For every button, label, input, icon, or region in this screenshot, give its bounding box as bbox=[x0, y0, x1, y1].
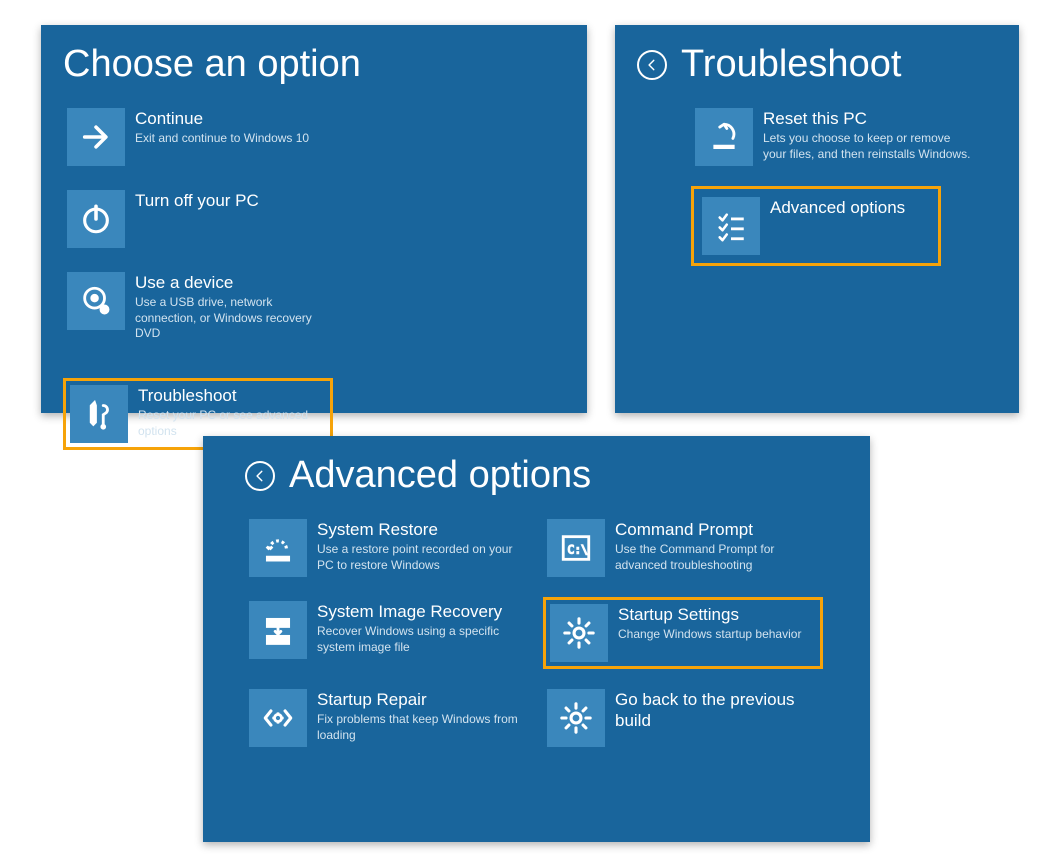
tile-grid: System Restore Use a restore point recor… bbox=[245, 515, 848, 751]
choose-option-panel: Choose an option Continue Exit and conti… bbox=[41, 25, 587, 413]
tile-title: Startup Repair bbox=[317, 689, 521, 710]
troubleshoot-panel: Troubleshoot Reset this PC Lets you choo… bbox=[615, 25, 1019, 413]
tile-text: Go back to the previous build bbox=[615, 689, 819, 734]
panel-title: Advanced options bbox=[245, 454, 848, 497]
tile-text: System Image Recovery Recover Windows us… bbox=[317, 601, 521, 655]
advanced-options-panel: Advanced options System Restore Use a re… bbox=[203, 436, 870, 842]
tile-title: Use a device bbox=[135, 272, 319, 293]
tile-text: Command Prompt Use the Command Prompt fo… bbox=[615, 519, 819, 573]
reset-icon bbox=[695, 108, 753, 166]
tile-text: Troubleshoot Reset your PC or see advanc… bbox=[138, 385, 326, 439]
tile-text: Advanced options bbox=[770, 197, 930, 220]
tile-desc: Use a USB drive, network connection, or … bbox=[135, 295, 319, 342]
tile-text: Startup Settings Change Windows startup … bbox=[618, 604, 816, 643]
tile-desc: Lets you choose to keep or remove your f… bbox=[763, 131, 977, 162]
checklist-icon bbox=[702, 197, 760, 255]
power-icon bbox=[67, 190, 125, 248]
arrow-right-icon bbox=[67, 108, 125, 166]
repair-icon bbox=[249, 689, 307, 747]
restore-icon bbox=[249, 519, 307, 577]
tile-title: System Restore bbox=[317, 519, 521, 540]
tile-title: Advanced options bbox=[770, 197, 930, 218]
tile-title: Continue bbox=[135, 108, 319, 129]
tile-title: Command Prompt bbox=[615, 519, 819, 540]
panel-title-text: Advanced options bbox=[289, 454, 591, 497]
tile-text: Turn off your PC bbox=[135, 190, 319, 213]
panel-title-text: Troubleshoot bbox=[681, 43, 901, 86]
gear-icon bbox=[547, 689, 605, 747]
gear-icon bbox=[550, 604, 608, 662]
system-image-recovery-tile[interactable]: System Image Recovery Recover Windows us… bbox=[245, 597, 525, 669]
tile-text: Startup Repair Fix problems that keep Wi… bbox=[317, 689, 521, 743]
tile-title: Go back to the previous build bbox=[615, 689, 819, 732]
startup-repair-tile[interactable]: Startup Repair Fix problems that keep Wi… bbox=[245, 685, 525, 751]
tile-title: System Image Recovery bbox=[317, 601, 521, 622]
tile-desc: Use a restore point recorded on your PC … bbox=[317, 542, 521, 573]
tile-grid: Reset this PC Lets you choose to keep or… bbox=[691, 104, 997, 266]
tile-text: Reset this PC Lets you choose to keep or… bbox=[763, 108, 977, 162]
tile-desc: Change Windows startup behavior bbox=[618, 627, 816, 643]
turn-off-tile[interactable]: Turn off your PC bbox=[63, 186, 323, 252]
tile-desc: Use the Command Prompt for advanced trou… bbox=[615, 542, 819, 573]
tile-desc: Reset your PC or see advanced options bbox=[138, 408, 326, 439]
startup-settings-tile[interactable]: Startup Settings Change Windows startup … bbox=[543, 597, 823, 669]
reset-pc-tile[interactable]: Reset this PC Lets you choose to keep or… bbox=[691, 104, 981, 170]
panel-title: Troubleshoot bbox=[637, 43, 997, 86]
svg-text:C:\: C:\ bbox=[568, 543, 588, 557]
tile-desc: Fix problems that keep Windows from load… bbox=[317, 712, 521, 743]
back-button[interactable] bbox=[637, 50, 667, 80]
device-icon bbox=[67, 272, 125, 330]
command-prompt-tile[interactable]: C:\ Command Prompt Use the Command Promp… bbox=[543, 515, 823, 581]
continue-tile[interactable]: Continue Exit and continue to Windows 10 bbox=[63, 104, 323, 170]
tile-text: System Restore Use a restore point recor… bbox=[317, 519, 521, 573]
panel-title: Choose an option bbox=[63, 43, 565, 86]
panel-title-text: Choose an option bbox=[63, 43, 361, 86]
tile-title: Reset this PC bbox=[763, 108, 977, 129]
tile-title: Turn off your PC bbox=[135, 190, 319, 211]
system-restore-tile[interactable]: System Restore Use a restore point recor… bbox=[245, 515, 525, 581]
disk-down-icon bbox=[249, 601, 307, 659]
advanced-options-tile[interactable]: Advanced options bbox=[691, 186, 941, 266]
tile-desc: Exit and continue to Windows 10 bbox=[135, 131, 319, 147]
tools-icon bbox=[70, 385, 128, 443]
terminal-icon: C:\ bbox=[547, 519, 605, 577]
tile-desc: Recover Windows using a specific system … bbox=[317, 624, 521, 655]
use-device-tile[interactable]: Use a device Use a USB drive, network co… bbox=[63, 268, 323, 346]
tile-text: Continue Exit and continue to Windows 10 bbox=[135, 108, 319, 147]
back-button[interactable] bbox=[245, 461, 275, 491]
tile-grid: Continue Exit and continue to Windows 10… bbox=[63, 104, 565, 450]
tile-text: Use a device Use a USB drive, network co… bbox=[135, 272, 319, 342]
tile-title: Startup Settings bbox=[618, 604, 816, 625]
tile-title: Troubleshoot bbox=[138, 385, 326, 406]
go-back-tile[interactable]: Go back to the previous build bbox=[543, 685, 823, 751]
